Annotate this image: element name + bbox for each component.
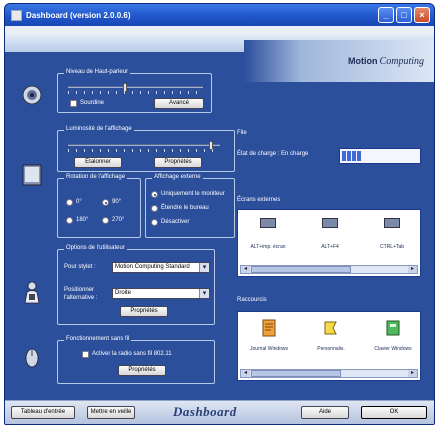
brightness-label: Luminosité de l'affichage	[64, 126, 134, 132]
scroll-thumb[interactable]	[251, 266, 351, 273]
scroll-thumb[interactable]	[251, 370, 341, 377]
external-display-label: Affichage externe	[152, 174, 203, 180]
rotation-270-label: 270°	[112, 217, 125, 223]
pen-properties-button[interactable]: Propriétés	[120, 306, 168, 317]
rotation-180-radio[interactable]	[66, 217, 73, 224]
external-screens-panel: ALT+imp. écran ALT+F4 CTRL+Tab ◂ ▸	[237, 209, 421, 277]
scroll-right-icon[interactable]: ▸	[408, 266, 417, 273]
standby-button[interactable]: Mettre en veille	[87, 406, 135, 419]
shortcut-2-label: Personnalis.	[317, 346, 345, 352]
keyboard-icon[interactable]	[384, 318, 402, 338]
rotation-270-radio[interactable]	[102, 217, 109, 224]
charge-status-label: État de charge : En charge	[237, 151, 309, 157]
speaker-volume-slider[interactable]	[68, 83, 203, 92]
rotation-0-radio[interactable]	[66, 199, 73, 206]
header-band	[5, 26, 434, 34]
speaker-volume-ticks	[68, 91, 203, 94]
disable-display-radio[interactable]	[151, 219, 158, 226]
advanced-audio-button[interactable]: Avancé	[154, 98, 204, 109]
display-properties-button[interactable]: Propriétés	[154, 157, 202, 168]
shortcuts-scrollbar[interactable]: ◂ ▸	[240, 369, 418, 378]
speaker-volume-group: Niveau de Haut-parleur Sourdine Avancé	[57, 69, 212, 113]
alignment-label: Positionner l'alternative :	[64, 287, 98, 301]
monitor-only-label: Uniquement le moniteur	[161, 191, 225, 197]
logo-text: Motion Computing	[348, 56, 424, 67]
bottom-bar: Tableau d'entrée Mettre en veille Dashbo…	[5, 400, 434, 424]
rotation-group: Rotation de l'affichage 0° 90° 180° 270°	[57, 174, 141, 238]
input-panel-button[interactable]: Tableau d'entrée	[11, 406, 75, 419]
rotation-0-label: 0°	[76, 199, 82, 205]
shortcuts-label: Raccourcis	[237, 297, 267, 303]
minimize-button[interactable]: _	[378, 7, 394, 23]
user-icon	[19, 279, 45, 305]
scroll-right-icon[interactable]: ▸	[408, 370, 417, 377]
wireless-checkbox[interactable]	[82, 351, 89, 358]
window-title: Dashboard (version 2.0.0.6)	[26, 10, 131, 20]
brightness-ticks	[68, 149, 220, 152]
wireless-label: Fonctionnement sans fil	[64, 336, 132, 342]
calibrate-button[interactable]: Étalonner	[74, 157, 122, 168]
shortcut-1-label: Journal Windows	[249, 346, 289, 352]
customize-icon[interactable]	[322, 318, 340, 338]
file-label: File	[237, 130, 247, 136]
speaker-icon	[19, 82, 45, 108]
extend-desktop-radio[interactable]	[151, 205, 158, 212]
rotation-90-radio[interactable]	[102, 199, 109, 206]
external-screens-scrollbar[interactable]: ◂ ▸	[240, 265, 418, 274]
user-options-group: Options de l'utilisateur Pour stylet : M…	[57, 245, 215, 325]
extend-desktop-label: Étendre le bureau	[161, 205, 209, 211]
wireless-properties-button[interactable]: Propriétés	[118, 365, 166, 376]
external-display-group: Affichage externe Uniquement le moniteur…	[145, 174, 235, 238]
device-1-label: ALT+imp. écran	[250, 244, 286, 250]
brightness-group: Luminosité de l'affichage Étalonner Prop…	[57, 126, 235, 172]
brand-logo: Motion Computing	[244, 40, 434, 82]
window-controls: _ □ ×	[378, 7, 430, 23]
help-button[interactable]: Aide	[301, 406, 349, 419]
mute-label: Sourdine	[80, 100, 105, 106]
logo-product: Computing	[379, 55, 424, 67]
rotation-180-label: 180°	[76, 217, 89, 223]
monitor-icon[interactable]	[322, 218, 338, 228]
logo-brand: Motion	[348, 55, 378, 66]
device-2-label: ALT+F4	[321, 244, 339, 250]
pen-profile-label: Pour stylet :	[64, 264, 96, 270]
dashboard-brand: Dashboard	[173, 404, 237, 419]
journal-icon[interactable]	[260, 318, 278, 338]
maximize-button[interactable]: □	[396, 7, 412, 23]
rotation-90-label: 90°	[112, 199, 122, 205]
speaker-volume-label: Niveau de Haut-parleur	[64, 69, 131, 75]
shortcuts-panel: Journal Windows Personnalis. Clavier Win…	[237, 311, 421, 381]
scroll-left-icon[interactable]: ◂	[241, 266, 250, 273]
monitor-only-radio[interactable]	[151, 191, 158, 198]
external-screens-label: Écrans externes	[237, 197, 281, 203]
mute-checkbox[interactable]	[70, 100, 77, 107]
user-options-label: Options de l'utilisateur	[64, 245, 127, 251]
monitor-icon[interactable]	[260, 218, 276, 228]
device-3-label: CTRL+Tab	[379, 244, 405, 250]
alignment-select[interactable]: Droite	[112, 288, 210, 299]
app-icon	[11, 9, 22, 21]
rotation-label: Rotation de l'affichage	[64, 174, 128, 180]
mouse-icon	[19, 344, 45, 370]
display-icon	[19, 162, 45, 188]
title-bar[interactable]: Dashboard (version 2.0.0.6) _ □ ×	[5, 4, 434, 26]
close-button[interactable]: ×	[414, 7, 430, 23]
dashboard-window: Dashboard (version 2.0.0.6) _ □ × Motion…	[4, 3, 435, 425]
brightness-slider[interactable]	[68, 141, 220, 150]
shortcut-3-label: Clavier Windows	[374, 346, 412, 352]
wireless-group: Fonctionnement sans fil Activer la radio…	[57, 336, 215, 384]
pen-profile-select[interactable]: Motion Computing Standard	[112, 262, 210, 273]
battery-meter	[339, 148, 421, 164]
ok-button[interactable]: OK	[361, 406, 427, 419]
battery-meter-fill	[342, 151, 361, 161]
monitor-icon[interactable]	[384, 218, 400, 228]
wireless-checkbox-label: Activer la radio sans fil 802.11	[92, 351, 172, 357]
scroll-left-icon[interactable]: ◂	[241, 370, 250, 377]
disable-display-label: Désactiver	[161, 219, 190, 225]
